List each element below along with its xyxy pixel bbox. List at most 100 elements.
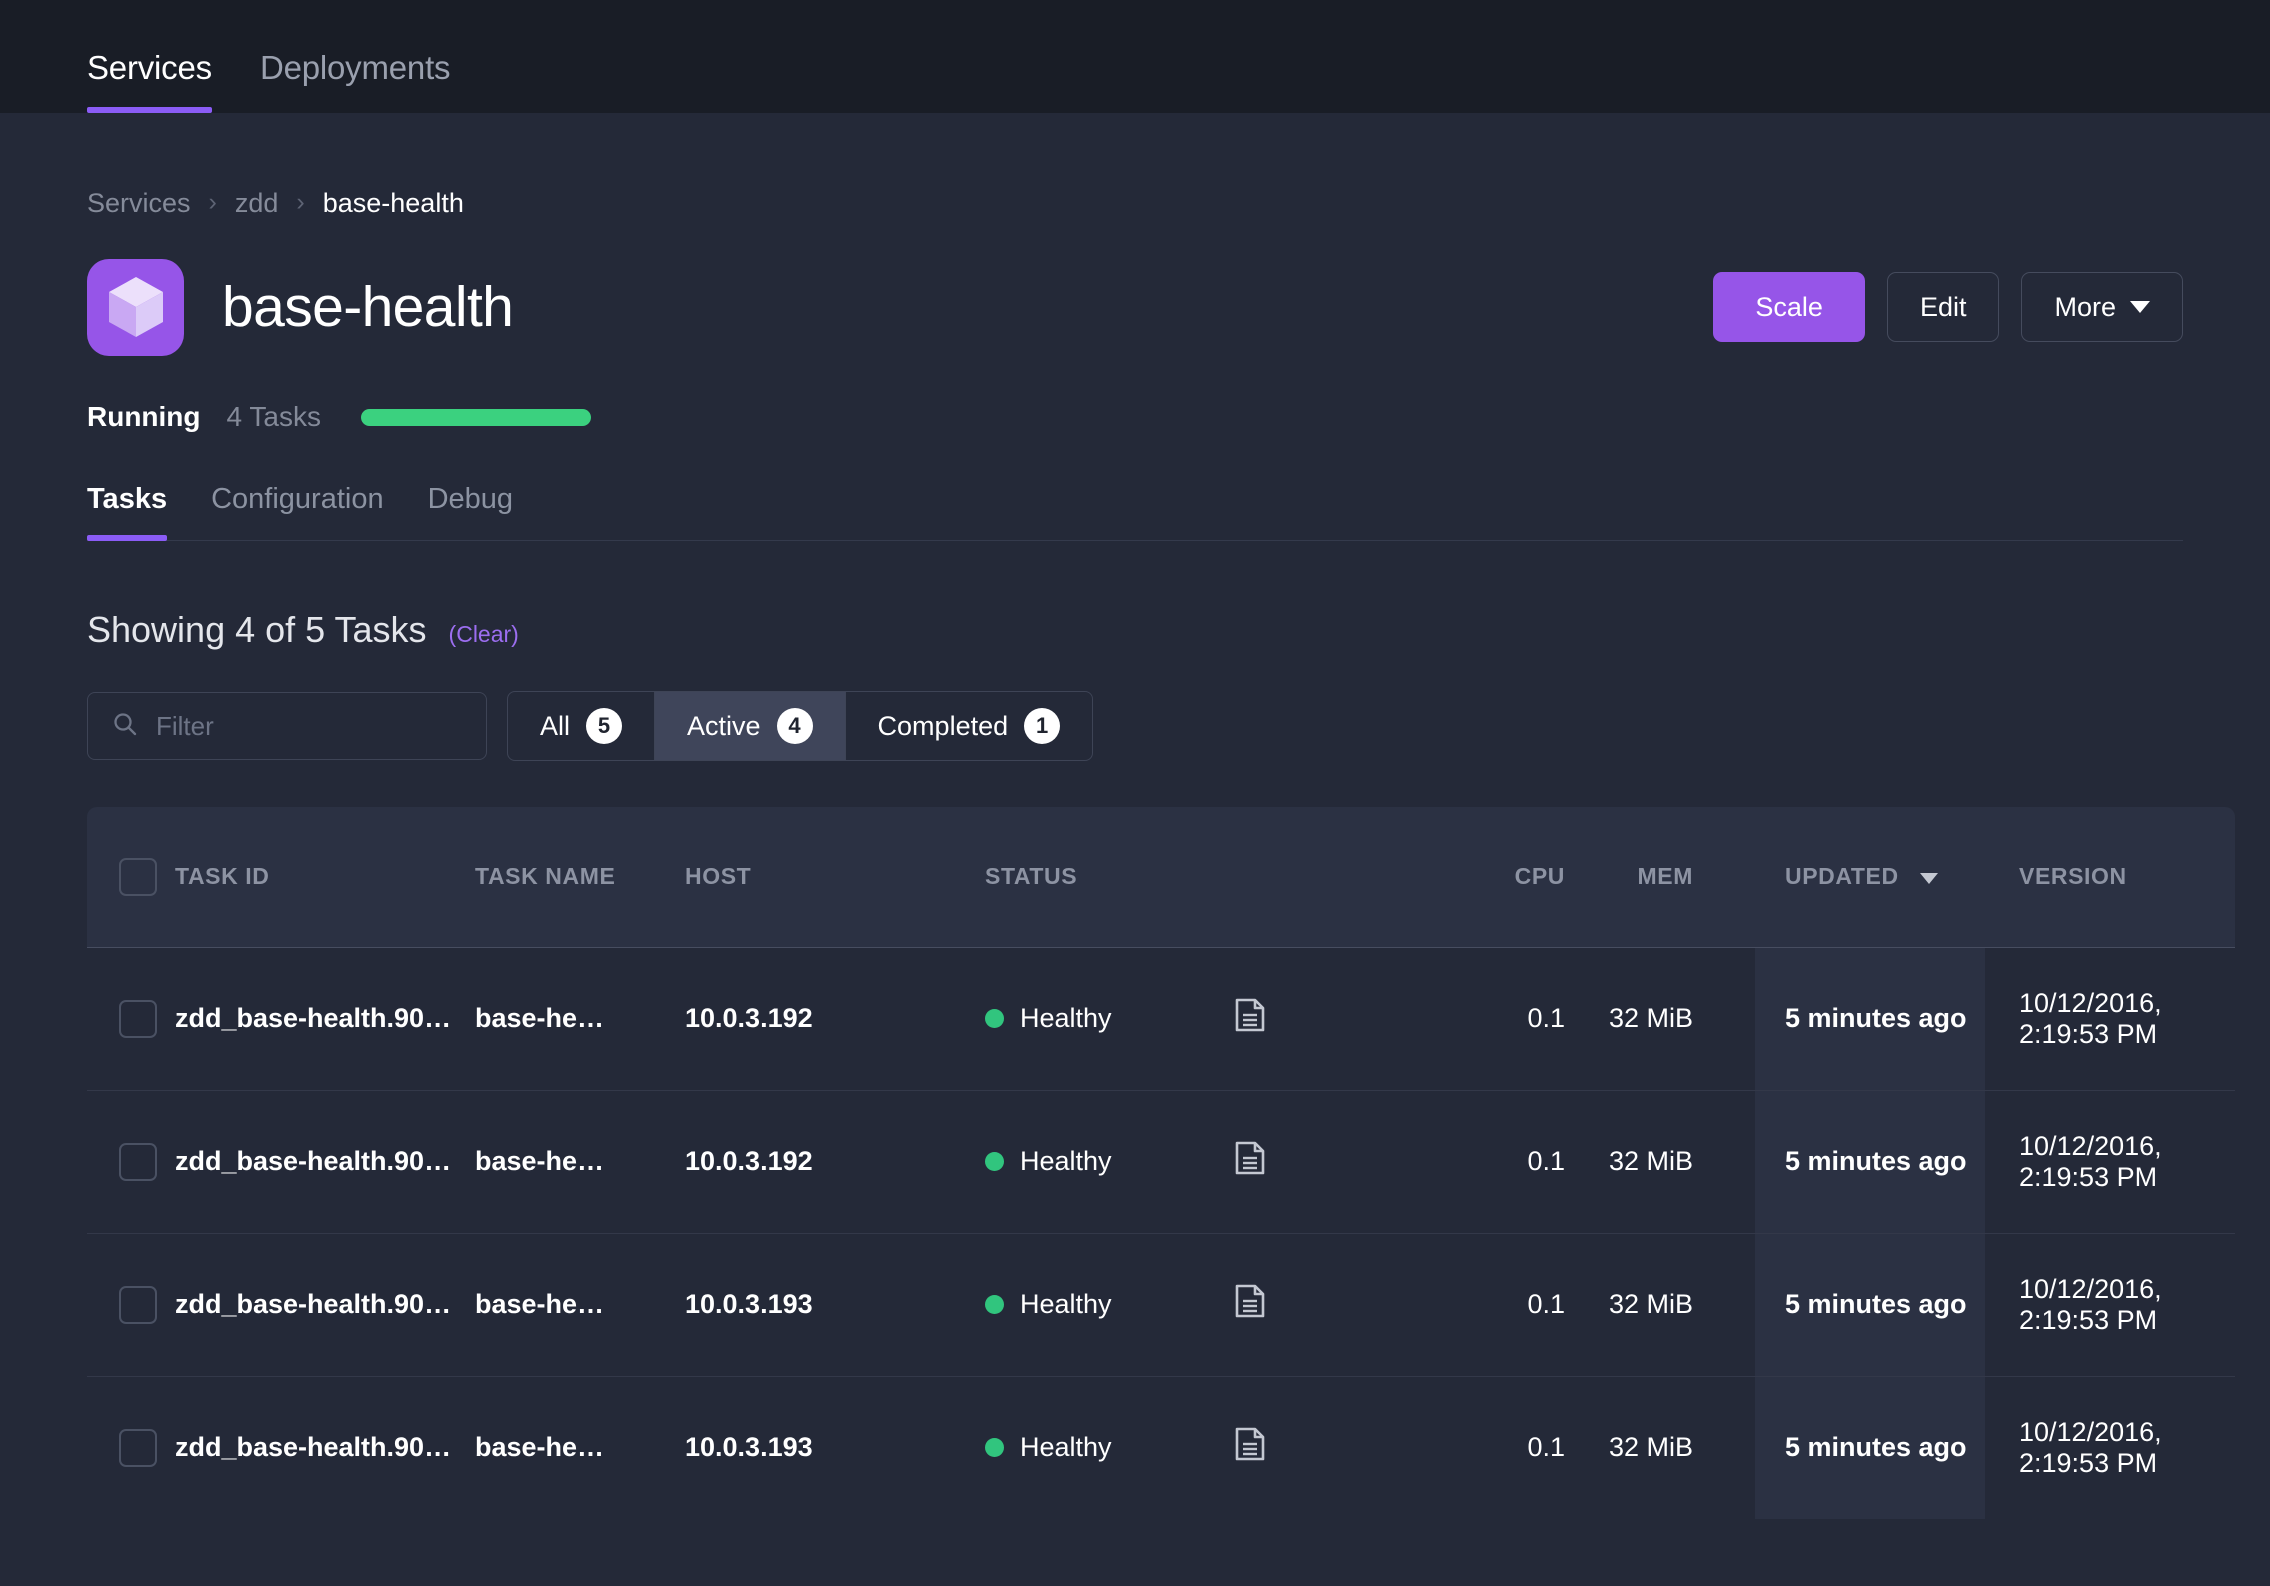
cell-task-id[interactable]: zdd_base-health.90… [175,1233,475,1376]
search-input[interactable] [156,711,462,742]
nav-tab-deployments[interactable]: Deployments [260,49,450,113]
row-select-cell [87,1090,175,1233]
status-dot-icon [985,1152,1004,1171]
column-header-task-id[interactable]: TASK ID [175,807,475,947]
cell-logs [1235,1376,1415,1519]
nav-tab-deployments-label: Deployments [260,49,450,86]
breadcrumb-item-zdd[interactable]: zdd [235,188,279,219]
table-row[interactable]: zdd_base-health.90… base-he… 10.0.3.192 … [87,947,2235,1090]
cell-task-id[interactable]: zdd_base-health.90… [175,1376,475,1519]
status-dot-icon [985,1438,1004,1457]
clear-filters-link[interactable]: (Clear) [449,621,519,648]
status-dot-icon [985,1009,1004,1028]
cell-task-name: base-he… [475,1090,685,1233]
table-row[interactable]: zdd_base-health.90… base-he… 10.0.3.192 … [87,1090,2235,1233]
select-all-header [87,807,175,947]
more-button[interactable]: More [2021,272,2183,342]
scale-button[interactable]: Scale [1713,272,1865,342]
select-all-checkbox[interactable] [119,858,157,896]
filter-segment-active-count: 4 [777,708,813,744]
tab-configuration[interactable]: Configuration [211,483,384,540]
cell-host: 10.0.3.193 [685,1233,985,1376]
cell-cpu: 0.1 [1415,947,1565,1090]
cell-task-name: base-he… [475,1376,685,1519]
row-checkbox[interactable] [119,1143,157,1181]
cell-updated: 5 minutes ago [1755,947,1985,1090]
cell-version: 10/12/2016, 2:19:53 PM [1985,1090,2235,1233]
column-header-status[interactable]: STATUS [985,807,1235,947]
cell-updated: 5 minutes ago [1755,1233,1985,1376]
filter-toolbar: All 5 Active 4 Completed 1 [87,691,2183,761]
nav-tab-services-label: Services [87,49,212,86]
column-header-updated[interactable]: UPDATED [1755,807,1985,947]
cell-cpu: 0.1 [1415,1090,1565,1233]
tab-debug[interactable]: Debug [428,483,513,540]
document-icon[interactable] [1235,1141,1265,1182]
document-icon[interactable] [1235,1284,1265,1325]
tasks-table: TASK ID TASK NAME HOST STATUS CPU MEM UP… [87,807,2235,1519]
cell-status: Healthy [985,947,1235,1090]
page-content: Services › zdd › base-health base-health… [0,113,2270,1519]
tab-tasks-label: Tasks [87,483,167,515]
cell-version: 10/12/2016, 2:19:53 PM [1985,1233,2235,1376]
cell-status: Healthy [985,1376,1235,1519]
detail-tabs: Tasks Configuration Debug [87,483,2183,541]
filter-segment-active-label: Active [687,711,761,742]
table-row[interactable]: zdd_base-health.90… base-he… 10.0.3.193 … [87,1376,2235,1519]
task-count-label: 4 Tasks [227,401,321,433]
tasks-table-wrapper: TASK ID TASK NAME HOST STATUS CPU MEM UP… [87,807,2183,1519]
cell-updated: 5 minutes ago [1755,1090,1985,1233]
document-icon[interactable] [1235,1427,1265,1468]
tab-tasks[interactable]: Tasks [87,483,167,540]
cell-task-id[interactable]: zdd_base-health.90… [175,1090,475,1233]
column-header-updated-label: UPDATED [1785,863,1899,889]
cell-cpu: 0.1 [1415,1376,1565,1519]
showing-count-text: Showing 4 of 5 Tasks [87,609,427,651]
column-header-task-name[interactable]: TASK NAME [475,807,685,947]
filter-segment-all[interactable]: All 5 [508,692,655,760]
row-checkbox[interactable] [119,1429,157,1467]
row-checkbox[interactable] [119,1000,157,1038]
cell-task-id[interactable]: zdd_base-health.90… [175,947,475,1090]
breadcrumb-item-services[interactable]: Services [87,188,191,219]
row-checkbox[interactable] [119,1286,157,1324]
nav-tab-services[interactable]: Services [87,49,212,113]
status-dot-icon [985,1295,1004,1314]
tab-configuration-label: Configuration [211,483,384,515]
column-header-host[interactable]: HOST [685,807,985,947]
breadcrumb: Services › zdd › base-health [87,113,2183,219]
row-select-cell [87,1233,175,1376]
edit-button[interactable]: Edit [1887,272,2000,342]
cell-task-name: base-he… [475,1233,685,1376]
status-badge: Healthy [1020,1432,1112,1463]
edit-button-label: Edit [1920,292,1967,323]
scale-button-label: Scale [1755,292,1823,323]
status-filter-segmented-control: All 5 Active 4 Completed 1 [507,691,1093,761]
column-header-cpu[interactable]: CPU [1415,807,1565,947]
cell-mem: 32 MiB [1565,947,1755,1090]
filter-segment-active[interactable]: Active 4 [655,692,846,760]
cell-mem: 32 MiB [1565,1376,1755,1519]
table-row[interactable]: zdd_base-health.90… base-he… 10.0.3.193 … [87,1233,2235,1376]
cell-logs [1235,1090,1415,1233]
sort-descending-icon [1920,873,1938,884]
column-header-version[interactable]: VERSION [1985,807,2235,947]
cell-task-name: base-he… [475,947,685,1090]
cube-icon [87,259,184,356]
tab-debug-label: Debug [428,483,513,515]
top-navigation: Services Deployments [0,0,2270,113]
search-input-wrapper[interactable] [87,692,487,760]
status-badge: Healthy [1020,1146,1112,1177]
cell-mem: 32 MiB [1565,1233,1755,1376]
document-icon[interactable] [1235,998,1265,1039]
filter-segment-completed[interactable]: Completed 1 [846,692,1093,760]
breadcrumb-separator-icon: › [296,190,304,215]
filter-segment-all-count: 5 [586,708,622,744]
cell-status: Healthy [985,1090,1235,1233]
column-header-mem[interactable]: MEM [1565,807,1755,947]
status-badge: Healthy [1020,1003,1112,1034]
status-label: Running [87,401,201,433]
row-select-cell [87,1376,175,1519]
cell-host: 10.0.3.192 [685,947,985,1090]
cell-status: Healthy [985,1233,1235,1376]
